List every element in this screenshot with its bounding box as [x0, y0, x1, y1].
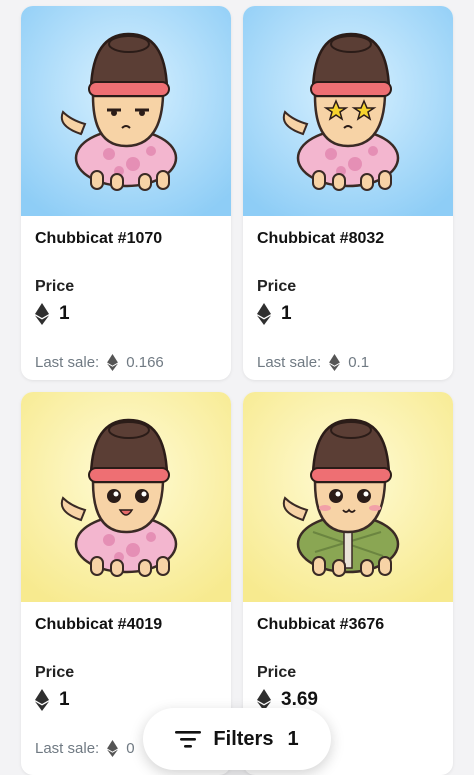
last-sale-label: Last sale:: [257, 353, 322, 371]
nft-image: [243, 392, 453, 602]
nft-card[interactable]: Chubbicat #1070 Price 1 Last sale: 0.166: [21, 6, 231, 380]
filter-icon: [175, 731, 202, 748]
price-row: 1: [35, 302, 70, 326]
price-label: Price: [257, 664, 297, 681]
last-sale-label: Last sale:: [35, 353, 100, 371]
price-label: Price: [35, 278, 75, 295]
nft-name[interactable]: Chubbicat #4019: [35, 616, 162, 634]
ethereum-icon: [35, 303, 49, 325]
last-sale-row: Last sale: 0.166: [35, 352, 164, 372]
last-sale-row: Last sale: 0: [35, 738, 135, 758]
price-label: Price: [35, 664, 75, 681]
nft-name[interactable]: Chubbicat #3676: [257, 616, 384, 634]
nft-image: [243, 6, 453, 216]
ethereum-icon: [257, 303, 271, 325]
ethereum-icon: [107, 739, 119, 757]
last-sale-row: Last sale: 0.1: [257, 352, 369, 372]
ethereum-icon: [35, 689, 49, 711]
price-label: Price: [257, 278, 297, 295]
price-row: 1: [35, 688, 70, 712]
filters-button[interactable]: Filters 1: [143, 708, 331, 770]
price-value: 1: [281, 303, 292, 324]
ethereum-icon: [329, 353, 341, 371]
nft-image: [21, 392, 231, 602]
filters-label: Filters: [213, 727, 274, 750]
price-value: 1: [59, 689, 70, 710]
price-row: 1: [257, 302, 292, 326]
last-sale-value: 0.1: [348, 353, 370, 371]
nft-name[interactable]: Chubbicat #8032: [257, 230, 384, 248]
nft-grid: Chubbicat #1070 Price 1 Last sale: 0.166: [0, 0, 474, 775]
last-sale-value: 0.166: [126, 353, 164, 371]
ethereum-icon: [107, 353, 119, 371]
nft-image: [21, 6, 231, 216]
last-sale-value: 0: [126, 739, 135, 757]
filters-count: 1: [287, 727, 299, 750]
nft-card[interactable]: Chubbicat #8032 Price 1 Last sale: 0.1: [243, 6, 453, 380]
price-value: 1: [59, 303, 70, 324]
nft-name[interactable]: Chubbicat #1070: [35, 230, 162, 248]
last-sale-label: Last sale:: [35, 739, 100, 757]
